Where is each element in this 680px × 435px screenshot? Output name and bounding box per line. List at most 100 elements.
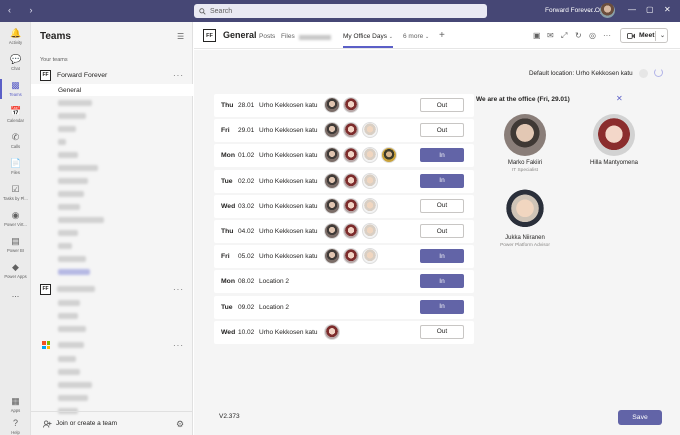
day-location[interactable]: Urho Kekkosen katu	[259, 253, 318, 260]
blurred-channel[interactable]	[58, 395, 88, 401]
blurred-channel[interactable]	[58, 369, 80, 375]
team-more-icon[interactable]: ···	[173, 341, 184, 350]
person-card[interactable]: Marko Fakiiri IT Specialist	[485, 114, 565, 173]
conversation-icon[interactable]: ✉	[547, 31, 554, 40]
teams-panel: Teams ☰ Your teams FF Forward Forever ··…	[31, 22, 193, 435]
refresh-icon[interactable]: ↻	[575, 31, 582, 40]
rail-item-bell[interactable]: 🔔 Activity	[0, 24, 31, 50]
person-card[interactable]: Hilla Mantyomena	[574, 114, 654, 168]
blurred-channel[interactable]	[58, 113, 86, 119]
tab-posts[interactable]: Posts	[259, 33, 275, 40]
blurred-channel[interactable]	[58, 243, 72, 249]
team-third[interactable]: ···	[31, 338, 193, 352]
status-toggle-button[interactable]: Out	[420, 198, 464, 213]
blurred-channel[interactable]	[58, 256, 86, 262]
globe-icon[interactable]: ◎	[589, 31, 596, 40]
person-photo	[504, 189, 546, 231]
rail-item-power-virtual-agents[interactable]: ◉ Power Virt...	[0, 206, 31, 232]
rail-item-chat[interactable]: 💬 Chat	[0, 50, 31, 76]
blurred-channel[interactable]	[58, 382, 92, 388]
blurred-channel[interactable]	[58, 356, 76, 362]
team-more-icon[interactable]: ···	[173, 71, 184, 80]
day-location[interactable]: Urho Kekkosen katu	[259, 152, 318, 159]
blurred-tab[interactable]	[299, 35, 331, 40]
blurred-channel[interactable]	[58, 326, 86, 332]
blurred-channel[interactable]	[58, 139, 66, 145]
attendee-avatars	[324, 122, 381, 139]
minimize-icon[interactable]: —	[628, 5, 636, 14]
blurred-channel[interactable]	[58, 165, 98, 171]
status-toggle-button[interactable]: In	[420, 173, 464, 188]
team-forward-forever[interactable]: FF Forward Forever ···	[31, 68, 193, 82]
user-avatar[interactable]	[600, 3, 615, 18]
meet-label: Meet	[639, 32, 655, 39]
blurred-channel[interactable]	[58, 313, 78, 319]
day-location[interactable]: Urho Kekkosen katu	[259, 178, 318, 185]
day-date: 08.02	[238, 278, 255, 286]
join-create-team[interactable]: Join or create a team ⚙	[31, 411, 193, 435]
tab-more[interactable]: 6 more ⌄	[403, 33, 429, 40]
rail-item-file[interactable]: 📄 Files	[0, 154, 31, 180]
meet-button[interactable]: Meet ⌄	[620, 28, 668, 43]
status-toggle-button[interactable]: In	[420, 299, 464, 314]
person-card[interactable]: Jukka Niiranen Power Platform Advisor	[485, 189, 565, 248]
blurred-channel[interactable]	[58, 217, 104, 223]
channel-general[interactable]: General	[31, 84, 193, 96]
tab-my-office-days[interactable]: My Office Days ⌄	[343, 33, 393, 40]
rail-item-label: Calls	[10, 144, 21, 149]
rail-item-more[interactable]: ...	[0, 280, 31, 306]
rail-item-calendar[interactable]: 📅 Calendar	[0, 102, 31, 128]
video-camera-icon	[627, 32, 635, 39]
day-location[interactable]: Urho Kekkosen katu	[259, 228, 318, 235]
rail-item-teams[interactable]: ▩ Teams	[0, 76, 31, 102]
blurred-channel[interactable]	[58, 126, 76, 132]
rail-item-help[interactable]: ? Help	[0, 414, 31, 435]
day-location[interactable]: Urho Kekkosen katu	[259, 102, 318, 109]
tab-files[interactable]: Files	[281, 33, 295, 40]
status-toggle-button[interactable]: In	[420, 249, 464, 264]
blurred-channel[interactable]	[58, 152, 78, 158]
maximize-icon[interactable]: ▢	[646, 5, 654, 14]
search-box[interactable]: Search	[194, 4, 487, 18]
rail-item-phone[interactable]: ✆ Calls	[0, 128, 31, 154]
rail-item-power-bi[interactable]: ▤ Power BI	[0, 232, 31, 258]
close-icon[interactable]: ✕	[616, 94, 623, 103]
day-location[interactable]: Location 2	[259, 278, 289, 285]
team-second[interactable]: FF ···	[31, 282, 193, 296]
blurred-channel[interactable]	[58, 178, 88, 184]
status-toggle-button[interactable]: Out	[420, 98, 464, 112]
add-tab-icon[interactable]: +	[439, 30, 445, 41]
day-location[interactable]: Urho Kekkosen katu	[259, 203, 318, 210]
status-toggle-button[interactable]: In	[420, 274, 464, 289]
blurred-channel[interactable]	[58, 230, 78, 236]
avatar	[343, 147, 359, 164]
close-window-icon[interactable]: ✕	[664, 5, 671, 14]
status-toggle-button[interactable]: Out	[420, 324, 464, 339]
filter-icon[interactable]: ☰	[177, 32, 184, 41]
day-location[interactable]: Location 2	[259, 304, 289, 311]
blurred-channel[interactable]	[58, 191, 84, 197]
day-location[interactable]: Urho Kekkosen katu	[259, 329, 318, 336]
rail-item-tasks[interactable]: ☑ Tasks by Pl...	[0, 180, 31, 206]
more-icon[interactable]: ···	[603, 31, 611, 40]
nav-arrows[interactable]: ‹ ›	[8, 5, 41, 15]
expand-icon[interactable]: ⤢	[561, 31, 567, 41]
blurred-channel[interactable]	[58, 269, 90, 275]
blurred-channel[interactable]	[58, 300, 80, 306]
blurred-channel[interactable]	[58, 100, 92, 106]
save-button[interactable]: Save	[618, 410, 662, 425]
more-options-icon[interactable]: …	[588, 5, 596, 14]
team-more-icon[interactable]: ···	[173, 285, 184, 294]
loading-spinner-icon	[654, 68, 663, 77]
channel-info-icon[interactable]: ▣	[533, 31, 541, 40]
avatar	[343, 223, 359, 239]
blurred-channel[interactable]	[58, 204, 80, 210]
default-location[interactable]: Default location: Urho Kekkosen katu	[529, 70, 633, 77]
status-toggle-button[interactable]: Out	[420, 224, 464, 238]
gear-icon[interactable]: ⚙	[176, 419, 184, 430]
location-toggle[interactable]	[639, 69, 648, 78]
status-toggle-button[interactable]: In	[420, 148, 464, 163]
chevron-down-icon[interactable]: ⌄	[660, 32, 665, 39]
status-toggle-button[interactable]: Out	[420, 123, 464, 138]
day-location[interactable]: Urho Kekkosen katu	[259, 127, 318, 134]
